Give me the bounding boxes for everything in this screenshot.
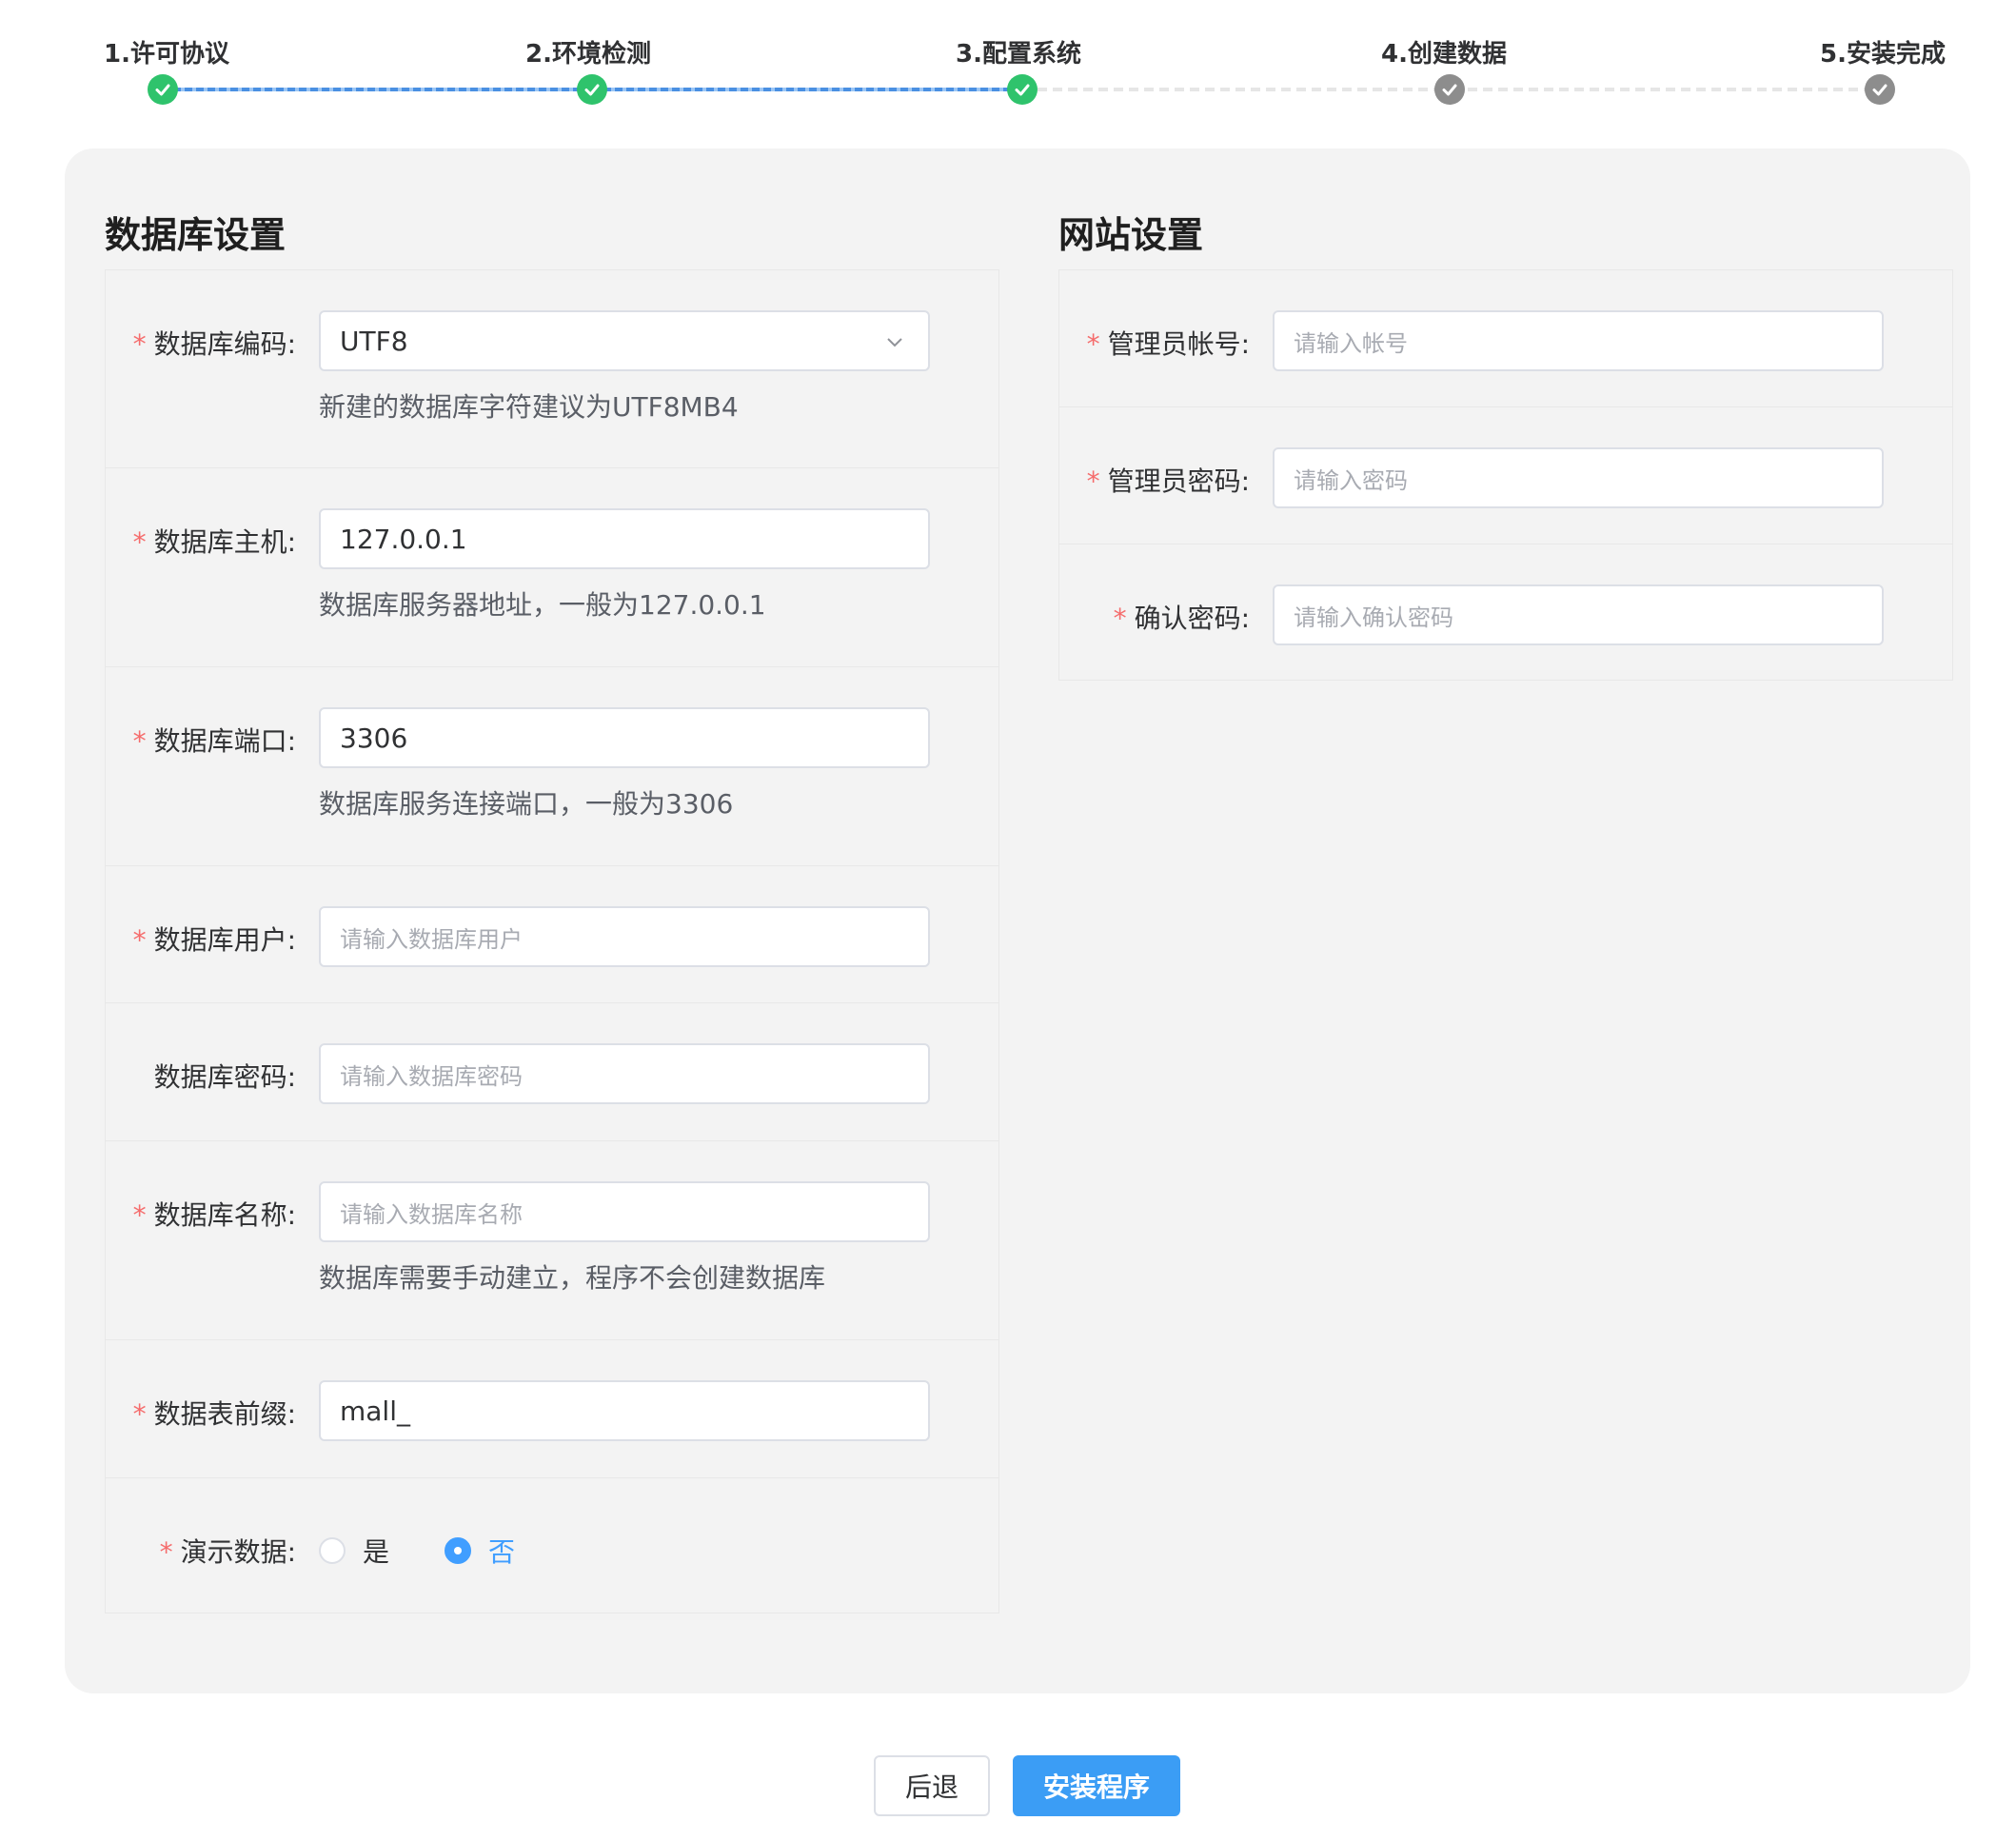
db-host-input[interactable] bbox=[319, 508, 930, 569]
step-4-check-icon bbox=[1434, 74, 1465, 105]
confirm-password-label-text: 确认密码: bbox=[1134, 603, 1250, 634]
required-star: * bbox=[132, 924, 147, 956]
db-name-help: 数据库需要手动建立，程序不会创建数据库 bbox=[319, 1262, 826, 1294]
db-demo-row: * 演示数据: 是 否 bbox=[106, 1478, 998, 1614]
db-demo-label-text: 演示数据: bbox=[180, 1536, 296, 1568]
db-host-row: *数据库主机: 数据库服务器地址，一般为127.0.0.1 bbox=[106, 468, 998, 667]
db-host-label-text: 数据库主机: bbox=[153, 526, 296, 558]
db-port-input[interactable] bbox=[319, 707, 930, 768]
db-settings-form: * 数据库编码: UTF8 新建的数据库字符建议为UTF8MB4 * 数据库主机: … bbox=[105, 269, 999, 1613]
required-star: * bbox=[159, 1536, 173, 1568]
step-5-check-icon bbox=[1865, 74, 1895, 105]
db-host-help: 数据库服务器地址，一般为127.0.0.1 bbox=[319, 589, 766, 621]
db-user-row: * 数据库用户: 请输入数据库用户 bbox=[106, 866, 998, 1003]
required-star: * bbox=[132, 526, 147, 558]
db-user-label-text: 数据库用户: bbox=[153, 924, 296, 956]
db-host-label: * 数据库主机: bbox=[133, 522, 296, 560]
db-port-row: *数据库端口: 数据库服务连接端口，一般为3306 bbox=[106, 667, 998, 866]
site-settings-title: 网站设置 bbox=[1058, 214, 1204, 256]
demo-yes-label: 是 bbox=[363, 1536, 390, 1568]
required-star: * bbox=[132, 328, 147, 360]
required-star: * bbox=[132, 725, 147, 757]
demo-no-radio[interactable]: 否 bbox=[445, 1532, 515, 1570]
required-star: * bbox=[1086, 465, 1100, 497]
admin-account-row: * 管理员帐号: 请输入帐号 bbox=[1059, 270, 1952, 407]
db-charset-select[interactable]: UTF8 bbox=[319, 310, 930, 371]
db-prefix-label-text: 数据表前缀: bbox=[153, 1398, 296, 1430]
admin-password-row: * 管理员密码: 请输入密码 bbox=[1059, 407, 1952, 544]
db-port-label: * 数据库端口: bbox=[133, 721, 296, 759]
required-star: * bbox=[132, 1199, 147, 1231]
admin-password-label-text: 管理员密码: bbox=[1107, 465, 1250, 497]
install-stepper: 1.许可协议 2.环境检测 3.配置系统 4.创建数据 5.安装完成 bbox=[0, 0, 2016, 124]
db-name-input[interactable]: 请输入数据库名称 bbox=[319, 1181, 930, 1242]
step-connector-4-5 bbox=[1453, 88, 1883, 91]
db-password-input[interactable]: 请输入数据库密码 bbox=[319, 1043, 930, 1104]
db-charset-help: 新建的数据库字符建议为UTF8MB4 bbox=[319, 391, 739, 423]
db-prefix-label: * 数据表前缀: bbox=[133, 1394, 296, 1432]
admin-password-input[interactable]: 请输入密码 bbox=[1273, 447, 1884, 508]
step-connector-1-2 bbox=[162, 88, 592, 91]
admin-account-label: * 管理员帐号: bbox=[1087, 324, 1250, 362]
required-star: * bbox=[1113, 603, 1127, 634]
config-panel: 数据库设置 * 数据库编码: UTF8 新建的数据库字符建议为UTF8MB4 * 数… bbox=[65, 148, 1970, 1693]
step-3-label: 3.配置系统 bbox=[956, 40, 1081, 69]
confirm-password-label: * 确认密码: bbox=[1114, 598, 1250, 636]
admin-password-label: * 管理员密码: bbox=[1087, 461, 1250, 499]
back-button[interactable]: 后退 bbox=[874, 1755, 990, 1816]
db-user-input[interactable]: 请输入数据库用户 bbox=[319, 906, 930, 967]
demo-yes-radio[interactable]: 是 bbox=[319, 1532, 389, 1570]
db-port-label-text: 数据库端口: bbox=[153, 725, 296, 757]
step-5-label: 5.安装完成 bbox=[1820, 40, 1946, 69]
db-password-label: 数据库密码: bbox=[153, 1061, 296, 1093]
db-demo-label: * 演示数据: bbox=[160, 1532, 296, 1570]
db-prefix-input[interactable] bbox=[319, 1380, 930, 1441]
db-charset-value: UTF8 bbox=[340, 325, 408, 357]
confirm-password-row: * 确认密码: 请输入确认密码 bbox=[1059, 544, 1952, 680]
db-password-row: 数据库密码: 请输入数据库密码 bbox=[106, 1003, 998, 1141]
db-prefix-row: * 数据表前缀: bbox=[106, 1340, 998, 1478]
required-star: * bbox=[1086, 328, 1100, 360]
step-connector-3-4 bbox=[1022, 88, 1453, 91]
step-3-check-icon bbox=[1007, 74, 1038, 105]
radio-unchecked-icon bbox=[319, 1537, 346, 1564]
step-4-label: 4.创建数据 bbox=[1381, 40, 1507, 69]
step-1-check-icon bbox=[148, 74, 178, 105]
required-star: * bbox=[132, 1398, 147, 1430]
admin-account-input[interactable]: 请输入帐号 bbox=[1273, 310, 1884, 371]
db-charset-row: * 数据库编码: UTF8 新建的数据库字符建议为UTF8MB4 bbox=[106, 270, 998, 468]
step-2-label: 2.环境检测 bbox=[525, 40, 651, 69]
install-button[interactable]: 安装程序 bbox=[1013, 1755, 1180, 1816]
site-settings-form: * 管理员帐号: 请输入帐号 * 管理员密码: 请输入密码 * 确认密码: 请输入确认… bbox=[1058, 269, 1953, 681]
step-1-label: 1.许可协议 bbox=[104, 40, 229, 69]
db-charset-label: * 数据库编码: bbox=[133, 324, 296, 362]
db-port-help: 数据库服务连接端口，一般为3306 bbox=[319, 788, 734, 820]
step-2-check-icon bbox=[577, 74, 607, 105]
demo-no-label: 否 bbox=[488, 1536, 516, 1568]
db-name-label-text: 数据库名称: bbox=[153, 1199, 296, 1231]
chevron-down-icon bbox=[887, 338, 902, 347]
radio-checked-icon bbox=[445, 1537, 471, 1564]
db-charset-label-text: 数据库编码: bbox=[153, 328, 296, 360]
step-connector-2-3 bbox=[592, 88, 1022, 91]
db-settings-title: 数据库设置 bbox=[105, 214, 287, 256]
db-name-row: * 数据库名称: 请输入数据库名称 数据库需要手动建立，程序不会创建数据库 bbox=[106, 1141, 998, 1340]
db-user-label: * 数据库用户: bbox=[133, 920, 296, 958]
db-name-label: * 数据库名称: bbox=[133, 1195, 296, 1233]
confirm-password-input[interactable]: 请输入确认密码 bbox=[1273, 584, 1884, 645]
admin-account-label-text: 管理员帐号: bbox=[1107, 328, 1250, 360]
